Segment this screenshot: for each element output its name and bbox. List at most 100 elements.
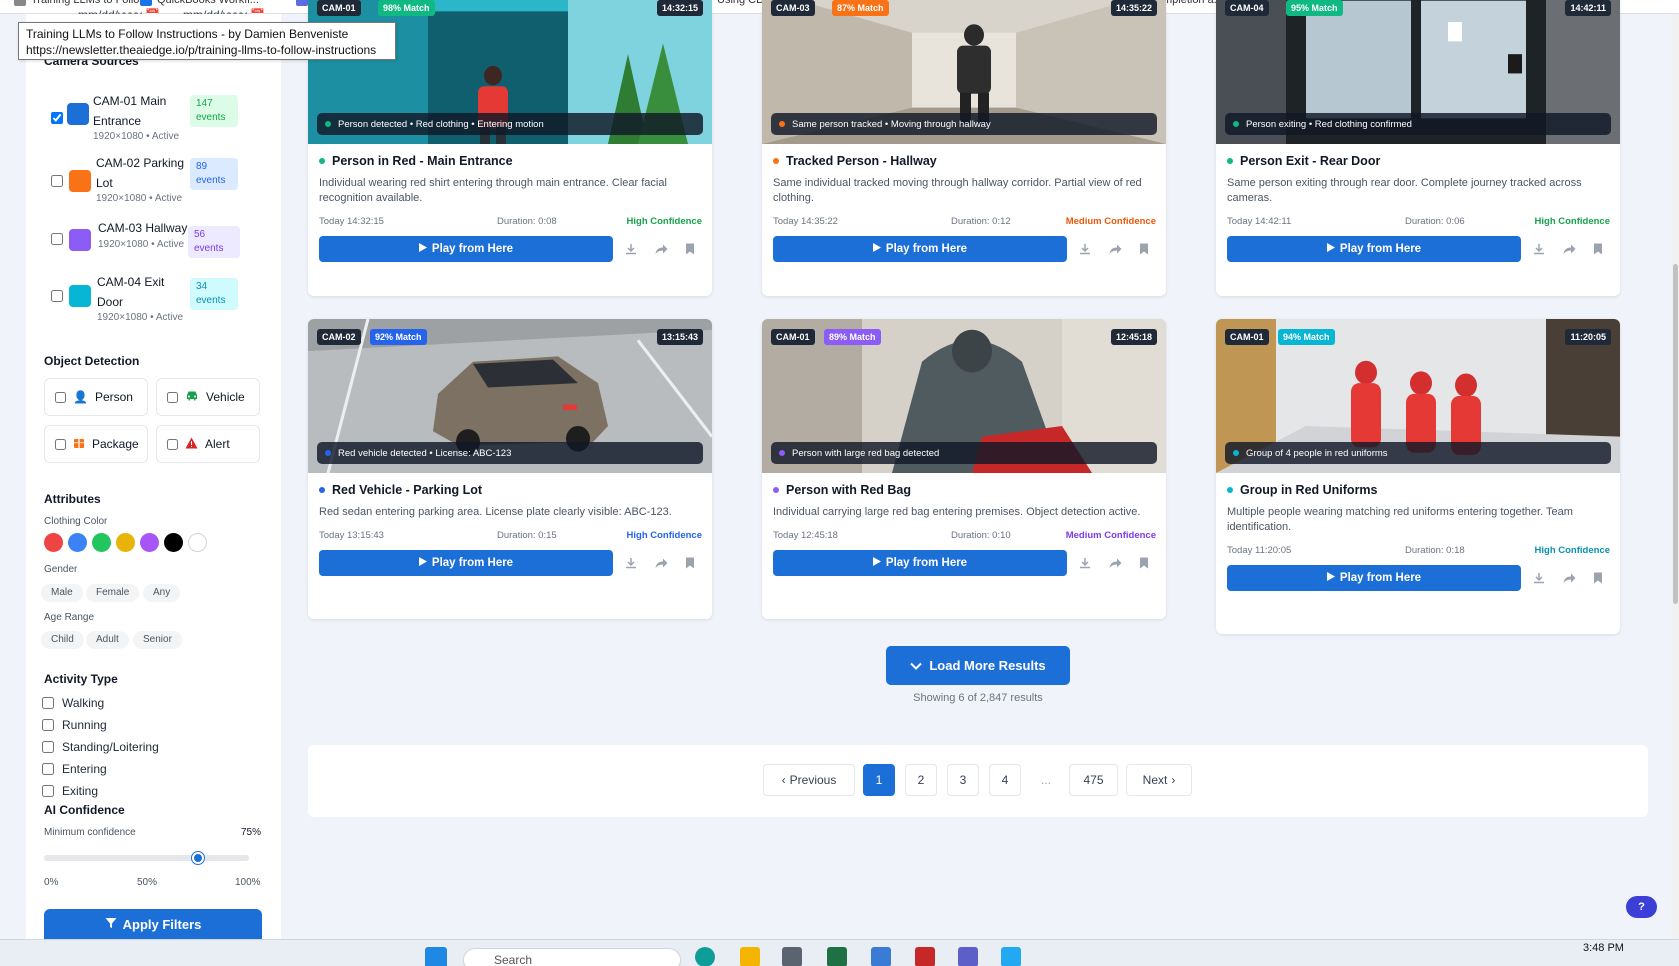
page-button-3[interactable]: 3: [947, 764, 979, 796]
load-more-button[interactable]: Load More Results: [886, 646, 1070, 685]
detect-package-toggle[interactable]: Package: [44, 425, 148, 463]
start-icon[interactable]: [425, 947, 447, 966]
clothing-color-swatch[interactable]: [164, 533, 183, 552]
camera-checkbox[interactable]: [51, 175, 63, 187]
camera-checkbox[interactable]: [51, 233, 63, 245]
download-icon[interactable]: [1078, 556, 1092, 570]
clothing-color-swatch[interactable]: [140, 533, 159, 552]
detect-checkbox[interactable]: [167, 391, 178, 403]
page-button-2[interactable]: 2: [905, 764, 937, 796]
share-icon[interactable]: [1562, 571, 1576, 585]
play-from-here-button[interactable]: Play from Here: [319, 236, 613, 262]
bookmark-icon[interactable]: [1591, 571, 1605, 585]
play-from-here-button[interactable]: Play from Here: [1227, 565, 1521, 591]
video-thumbnail[interactable]: CAM-04 95% Match 14:42:11 Person exiting • …: [1216, 0, 1620, 144]
detect-checkbox[interactable]: [167, 438, 178, 450]
bookmark-item[interactable]: Training LLMs to Follo...: [14, 0, 149, 6]
bookmark-item[interactable]: QuickBooks Workfl...: [140, 0, 259, 6]
status-dot: [325, 121, 331, 127]
acrobat-icon[interactable]: [915, 947, 935, 966]
page-button-4[interactable]: 4: [989, 764, 1021, 796]
file-explorer-icon[interactable]: [740, 947, 760, 966]
activity-running[interactable]: Running: [42, 718, 107, 732]
share-icon[interactable]: [1562, 242, 1576, 256]
result-card[interactable]: CAM-01 94% Match 11:20:05 Group of 4 people…: [1216, 319, 1620, 634]
clothing-color-swatch[interactable]: [68, 533, 87, 552]
camera-checkbox[interactable]: [51, 112, 63, 124]
download-icon[interactable]: [624, 242, 638, 256]
page-button-475[interactable]: 475: [1069, 764, 1118, 796]
page-scrollbar[interactable]: [1672, 14, 1679, 939]
camera-checkbox[interactable]: [51, 290, 63, 302]
video-thumbnail[interactable]: CAM-01 89% Match 12:45:18 Person with large…: [762, 319, 1166, 473]
download-icon[interactable]: [624, 556, 638, 570]
activity-checkbox[interactable]: [42, 741, 54, 753]
clothing-color-swatch[interactable]: [44, 533, 63, 552]
detect-alert-toggle[interactable]: Alert: [156, 425, 260, 463]
vscode-icon[interactable]: [1001, 947, 1021, 966]
camera-item-cam-01[interactable]: CAM-01 Main Entrance 1920×1080 • Active …: [26, 81, 266, 142]
age-option-adult[interactable]: Adult: [86, 631, 129, 649]
gender-option-any[interactable]: Any: [143, 584, 181, 602]
result-card[interactable]: CAM-02 92% Match 13:15:43 Red vehicle detec…: [308, 319, 712, 619]
video-thumbnail[interactable]: CAM-03 87% Match 14:35:22 Same person track…: [762, 0, 1166, 144]
next-page-button[interactable]: Next ›: [1126, 764, 1192, 796]
activity-checkbox[interactable]: [42, 763, 54, 775]
share-icon[interactable]: [1108, 242, 1122, 256]
confidence-slider-handle[interactable]: [191, 852, 204, 864]
activity-exiting[interactable]: Exiting: [42, 784, 98, 798]
clothing-color-swatch[interactable]: [188, 533, 207, 552]
bookmark-icon[interactable]: [683, 242, 697, 256]
teams-icon[interactable]: [958, 947, 978, 966]
scrollbar-thumb[interactable]: [1673, 264, 1678, 604]
bookmark-icon[interactable]: [1137, 242, 1151, 256]
clothing-color-swatch[interactable]: [92, 533, 111, 552]
activity-checkbox[interactable]: [42, 697, 54, 709]
bookmark-icon[interactable]: [683, 556, 697, 570]
activity-checkbox[interactable]: [42, 719, 54, 731]
video-thumbnail[interactable]: CAM-01 94% Match 11:20:05 Group of 4 people…: [1216, 319, 1620, 473]
bookmark-icon[interactable]: [1591, 242, 1605, 256]
page-button-1[interactable]: 1: [863, 764, 895, 796]
detect-checkbox[interactable]: [55, 391, 66, 403]
age-option-child[interactable]: Child: [41, 631, 84, 649]
play-from-here-button[interactable]: Play from Here: [773, 550, 1067, 576]
camera-item-cam-02[interactable]: CAM-02 Parking Lot 1920×1080 • Active 89…: [26, 144, 266, 204]
excel-icon[interactable]: [827, 947, 847, 966]
detect-vehicle-toggle[interactable]: Vehicle: [156, 378, 260, 416]
share-icon[interactable]: [1108, 556, 1122, 570]
gender-option-male[interactable]: Male: [41, 584, 83, 602]
edge-icon[interactable]: [695, 947, 715, 966]
clothing-color-swatch[interactable]: [116, 533, 135, 552]
play-from-here-button[interactable]: Play from Here: [1227, 236, 1521, 262]
video-thumbnail[interactable]: CAM-02 92% Match 13:15:43 Red vehicle detec…: [308, 319, 712, 473]
activity-checkbox[interactable]: [42, 785, 54, 797]
taskbar-search[interactable]: Search: [463, 948, 681, 966]
activity-standing-loitering[interactable]: Standing/Loitering: [42, 740, 159, 754]
download-icon[interactable]: [1532, 242, 1546, 256]
download-icon[interactable]: [1532, 571, 1546, 585]
play-from-here-button[interactable]: Play from Here: [319, 550, 613, 576]
share-icon[interactable]: [654, 242, 668, 256]
bookmark-icon[interactable]: [1137, 556, 1151, 570]
detect-person-toggle[interactable]: 👤 Person: [44, 378, 148, 416]
result-card[interactable]: CAM-03 87% Match 14:35:22 Same person track…: [762, 0, 1166, 296]
download-icon[interactable]: [1078, 242, 1092, 256]
activity-walking[interactable]: Walking: [42, 696, 104, 710]
result-card[interactable]: CAM-04 95% Match 14:42:11 Person exiting • …: [1216, 0, 1620, 296]
age-option-senior[interactable]: Senior: [133, 631, 182, 649]
apply-filters-button[interactable]: Apply Filters: [44, 909, 262, 939]
result-card[interactable]: CAM-01 89% Match 12:45:18 Person with large…: [762, 319, 1166, 619]
activity-entering[interactable]: Entering: [42, 762, 107, 776]
detect-checkbox[interactable]: [55, 438, 66, 450]
gender-option-female[interactable]: Female: [86, 584, 140, 602]
snipping-icon[interactable]: [782, 947, 802, 966]
help-button[interactable]: ?: [1626, 896, 1657, 918]
previous-page-button[interactable]: ‹ Previous: [763, 764, 855, 796]
camera-item-cam-04[interactable]: CAM-04 Exit Door 1920×1080 • Active 34 e…: [26, 254, 266, 323]
confidence-slider[interactable]: [44, 852, 249, 864]
match-badge: 95% Match: [1286, 0, 1343, 16]
outlook-icon[interactable]: [871, 947, 891, 966]
play-from-here-button[interactable]: Play from Here: [773, 236, 1067, 262]
share-icon[interactable]: [654, 556, 668, 570]
